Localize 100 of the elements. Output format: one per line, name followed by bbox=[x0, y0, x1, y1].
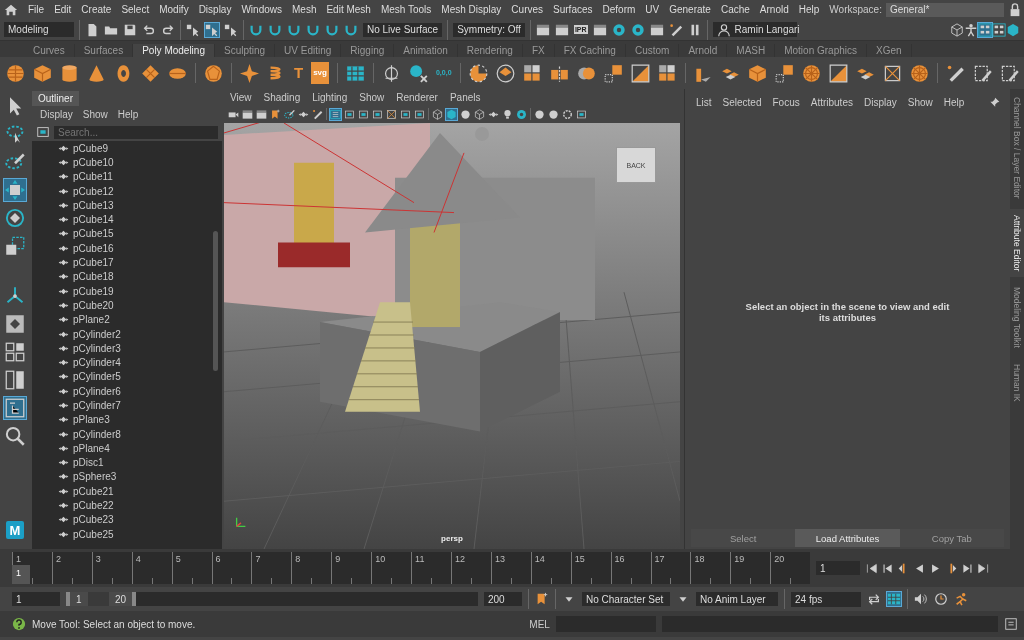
menu-item[interactable]: Edit bbox=[54, 4, 72, 15]
outliner-item[interactable]: pCube13 bbox=[73, 199, 114, 211]
outliner-item[interactable]: pPlane4 bbox=[73, 442, 110, 454]
outliner-item[interactable]: pCube19 bbox=[73, 285, 114, 297]
language-label[interactable]: MEL bbox=[529, 618, 550, 630]
outliner-item[interactable]: pCylinder8 bbox=[73, 428, 121, 440]
start-frame-field[interactable]: 1 bbox=[12, 592, 60, 606]
end-frame-field[interactable]: 200 bbox=[484, 592, 522, 606]
outliner-item[interactable]: pCube21 bbox=[73, 485, 114, 497]
menu-item[interactable]: UV bbox=[645, 4, 660, 15]
menu-item[interactable]: Edit Mesh bbox=[326, 4, 371, 15]
outliner-item[interactable]: pCylinder6 bbox=[73, 385, 121, 397]
menu-item[interactable]: List bbox=[696, 97, 712, 108]
outliner-item[interactable]: pCylinder2 bbox=[73, 328, 121, 340]
outliner-item[interactable]: pCube15 bbox=[73, 228, 114, 240]
range-slider[interactable]: 1 20 bbox=[66, 592, 478, 606]
character-set-field[interactable]: No Character Set bbox=[582, 592, 670, 606]
frame-number: 15 bbox=[574, 554, 585, 564]
frame-number: 18 bbox=[694, 554, 705, 564]
frame-number: 19 bbox=[734, 554, 745, 564]
outliner-item[interactable]: pPlane3 bbox=[73, 414, 110, 426]
live-surface-field[interactable]: No Live Surface bbox=[363, 22, 443, 37]
fps-dropdown[interactable]: 24 fps bbox=[791, 591, 861, 607]
menu-item[interactable]: View bbox=[230, 92, 252, 102]
side-tab[interactable]: Modeling Toolkit bbox=[1010, 280, 1024, 354]
outliner-item[interactable]: pCube22 bbox=[73, 500, 114, 512]
menu-item[interactable]: Deform bbox=[602, 4, 636, 15]
outliner-item[interactable]: pDisc1 bbox=[73, 457, 104, 469]
anim-layer-field[interactable]: No Anim Layer bbox=[696, 592, 778, 606]
search-field[interactable]: Search... bbox=[54, 125, 218, 139]
side-tab[interactable]: Channel Box / Layer Editor bbox=[1010, 91, 1024, 205]
outliner-item[interactable]: pCube18 bbox=[73, 271, 114, 283]
menu-item[interactable]: Generate bbox=[669, 4, 711, 15]
menu-item[interactable]: Mesh Display bbox=[441, 4, 502, 15]
outliner-item[interactable]: pCube14 bbox=[73, 214, 114, 226]
menu-item[interactable]: Selected bbox=[722, 97, 762, 108]
outliner-item[interactable]: pCube23 bbox=[73, 514, 114, 526]
menu-item[interactable]: Display bbox=[40, 109, 73, 120]
outliner-item[interactable]: pSphere3 bbox=[73, 471, 117, 483]
menu-item[interactable]: Select bbox=[121, 4, 150, 15]
outliner-item[interactable]: pCube20 bbox=[73, 299, 114, 311]
menu-item[interactable]: Focus bbox=[772, 97, 800, 108]
menu-item[interactable]: Panels bbox=[449, 92, 481, 102]
shelf-tab[interactable]: Poly Modeling bbox=[133, 44, 215, 57]
outliner-item[interactable]: pCylinder5 bbox=[73, 371, 121, 383]
outliner-item[interactable]: pCylinder4 bbox=[73, 357, 121, 369]
menu-item[interactable]: Arnold bbox=[759, 4, 789, 15]
shelf-button[interactable]: T bbox=[294, 64, 304, 82]
frame-number: 14 bbox=[534, 554, 545, 564]
outliner-item[interactable]: pCylinder7 bbox=[73, 400, 121, 411]
menu-item[interactable]: Lighting bbox=[312, 92, 348, 102]
side-tab[interactable]: Attribute Editor bbox=[1010, 208, 1024, 277]
menu-item[interactable]: Display bbox=[198, 4, 232, 15]
outliner-item[interactable]: pCube12 bbox=[73, 185, 114, 197]
range-start-handle[interactable]: 1 bbox=[66, 592, 88, 606]
side-tab[interactable]: Human IK bbox=[1010, 357, 1024, 408]
outliner-item[interactable]: pCube10 bbox=[73, 156, 114, 168]
current-frame-field[interactable]: 1 bbox=[816, 561, 860, 575]
symmetry-field[interactable]: Symmetry: Off bbox=[453, 22, 525, 37]
menu-item[interactable]: Shading bbox=[263, 92, 301, 102]
menu-item[interactable]: Mesh bbox=[292, 4, 317, 15]
menu-item[interactable]: Create bbox=[81, 4, 112, 15]
outliner-item[interactable]: pCube9 bbox=[73, 142, 109, 154]
panel-button[interactable]: Load Attributes bbox=[795, 529, 900, 547]
outliner-item[interactable]: pCube17 bbox=[73, 257, 114, 268]
menu-item[interactable]: Help bbox=[943, 97, 965, 108]
outliner-item[interactable]: pCube25 bbox=[73, 528, 114, 540]
range-fill[interactable]: 1 20 bbox=[66, 592, 136, 606]
frame-number: 9 bbox=[335, 554, 341, 564]
frame-number: 20 bbox=[774, 554, 785, 564]
workspace-dropdown[interactable]: General* bbox=[885, 2, 1004, 17]
menu-item[interactable]: Help bbox=[117, 109, 139, 120]
mode-dropdown[interactable]: Modeling bbox=[4, 22, 74, 37]
user-account-dropdown[interactable]: Ramin Langari bbox=[712, 22, 797, 37]
menu-item[interactable]: Display bbox=[863, 97, 897, 108]
outliner-item[interactable]: pPlane2 bbox=[73, 314, 110, 326]
menu-item[interactable]: Help bbox=[798, 4, 820, 15]
outliner-item[interactable]: pCube11 bbox=[73, 171, 113, 183]
current-frame-marker[interactable]: 1 bbox=[12, 565, 30, 584]
menu-item[interactable]: Curves bbox=[511, 4, 544, 15]
frame-number: 7 bbox=[255, 554, 261, 564]
menu-item[interactable]: Windows bbox=[241, 4, 282, 15]
outliner-item[interactable]: pCylinder3 bbox=[73, 342, 121, 354]
frame-number: 3 bbox=[95, 554, 101, 564]
menu-item[interactable]: File bbox=[28, 4, 45, 15]
range-end-handle[interactable]: 20 bbox=[108, 592, 136, 606]
menu-item[interactable]: Renderer bbox=[396, 92, 438, 102]
panel-tab[interactable]: Outliner bbox=[32, 91, 79, 106]
outliner-item[interactable]: pCube16 bbox=[73, 242, 114, 254]
menu-item[interactable]: Cache bbox=[720, 4, 750, 15]
menu-item[interactable]: Mesh Tools bbox=[380, 4, 432, 15]
frame-number: 12 bbox=[454, 554, 465, 564]
menu-item[interactable]: Show bbox=[82, 109, 108, 120]
camera-label: persp bbox=[441, 534, 463, 543]
menu-item[interactable]: Show bbox=[907, 97, 933, 108]
menu-item[interactable]: Surfaces bbox=[553, 4, 593, 15]
empty-message: Select an object in the scene to view and edit its attributes bbox=[745, 300, 950, 323]
menu-item[interactable]: Show bbox=[359, 92, 385, 102]
menu-item[interactable]: Modify bbox=[159, 4, 189, 15]
menu-item[interactable]: Attributes bbox=[810, 97, 853, 108]
